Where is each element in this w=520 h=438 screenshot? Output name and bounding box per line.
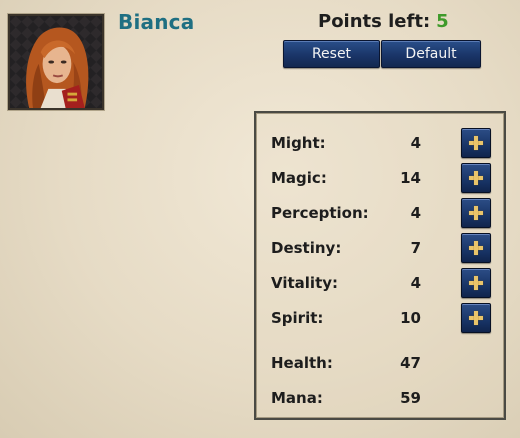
derived-value: 47 [400,354,421,372]
attribute-label: Spirit: [271,309,324,327]
attribute-label: Destiny: [271,239,342,257]
character-name: Bianca [118,10,195,34]
increase-perception-button[interactable] [461,198,491,228]
attribute-label: Perception: [271,204,369,222]
plus-icon [462,164,490,192]
points-left: Points left: 5 [318,11,449,32]
attribute-label: Magic: [271,169,327,187]
derived-row-mana: Mana: 59 [256,381,504,415]
attribute-row-perception: Perception: 4 [256,196,504,230]
increase-destiny-button[interactable] [461,233,491,263]
attribute-row-vitality: Vitality: 4 [256,266,504,300]
attribute-value: 4 [410,134,421,152]
increase-might-button[interactable] [461,128,491,158]
default-button[interactable]: Default [381,40,481,68]
attribute-row-destiny: Destiny: 7 [256,231,504,265]
plus-icon [462,304,490,332]
attribute-value: 10 [400,309,421,327]
reset-button[interactable]: Reset [283,40,380,68]
derived-value: 59 [400,389,421,407]
attribute-value: 14 [400,169,421,187]
attribute-label: Vitality: [271,274,339,292]
plus-icon [462,234,490,262]
portrait-image [10,16,102,108]
points-left-label: Points left: [318,11,431,32]
plus-icon [462,129,490,157]
attribute-value: 4 [410,204,421,222]
points-left-value: 5 [436,11,449,32]
attribute-value: 4 [410,274,421,292]
increase-vitality-button[interactable] [461,268,491,298]
plus-icon [462,199,490,227]
attribute-label: Might: [271,134,326,152]
attribute-row-magic: Magic: 14 [256,161,504,195]
increase-magic-button[interactable] [461,163,491,193]
derived-label: Health: [271,354,333,372]
attribute-row-spirit: Spirit: 10 [256,301,504,335]
plus-icon [462,269,490,297]
increase-spirit-button[interactable] [461,303,491,333]
attribute-row-might: Might: 4 [256,126,504,160]
attribute-value: 7 [410,239,421,257]
character-portrait [8,14,104,110]
stats-panel: Might: 4 Magic: 14 Perception: 4 Destiny… [254,111,506,420]
derived-row-health: Health: 47 [256,346,504,380]
derived-label: Mana: [271,389,323,407]
